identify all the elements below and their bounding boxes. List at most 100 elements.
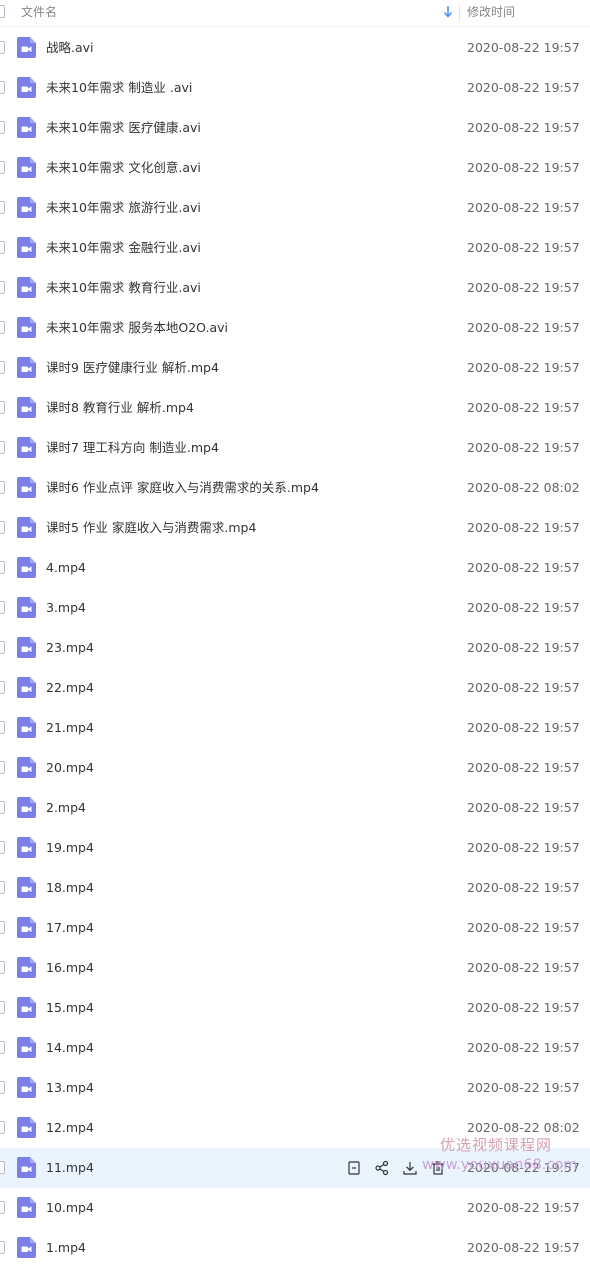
video-file-icon[interactable] bbox=[17, 437, 36, 458]
row-checkbox[interactable] bbox=[0, 641, 5, 654]
open-folder-button[interactable] bbox=[345, 1159, 363, 1177]
row-checkbox[interactable] bbox=[0, 721, 5, 734]
file-row[interactable]: 未来10年需求 文化创意.avi 2020-08-22 19:57 bbox=[0, 148, 590, 188]
select-all-checkbox[interactable] bbox=[0, 5, 5, 18]
file-row[interactable]: 未来10年需求 旅游行业.avi 2020-08-22 19:57 bbox=[0, 188, 590, 228]
video-file-icon[interactable] bbox=[17, 237, 36, 258]
file-row[interactable]: 未来10年需求 服务本地O2O.avi 2020-08-22 19:57 bbox=[0, 308, 590, 348]
video-file-icon[interactable] bbox=[17, 837, 36, 858]
row-checkbox[interactable] bbox=[0, 1201, 5, 1214]
file-name[interactable]: 11.mp4 bbox=[46, 1160, 94, 1176]
row-checkbox[interactable] bbox=[0, 521, 5, 534]
file-row[interactable]: 15.mp4 2020-08-22 19:57 bbox=[0, 988, 590, 1028]
file-name[interactable]: 21.mp4 bbox=[46, 720, 94, 736]
row-checkbox[interactable] bbox=[0, 361, 5, 374]
video-file-icon[interactable] bbox=[17, 1077, 36, 1098]
file-row[interactable]: 课时5 作业 家庭收入与消费需求.mp4 2020-08-22 19:57 bbox=[0, 508, 590, 548]
video-file-icon[interactable] bbox=[17, 1037, 36, 1058]
file-name[interactable]: 22.mp4 bbox=[46, 680, 94, 696]
file-row[interactable]: 课时6 作业点评 家庭收入与消费需求的关系.mp4 2020-08-22 08:0… bbox=[0, 468, 590, 508]
row-checkbox[interactable] bbox=[0, 481, 5, 494]
file-row[interactable]: 未来10年需求 金融行业.avi 2020-08-22 19:57 bbox=[0, 228, 590, 268]
file-row[interactable]: 课时9 医疗健康行业 解析.mp4 2020-08-22 19:57 bbox=[0, 348, 590, 388]
column-header-name[interactable]: 文件名 bbox=[21, 5, 57, 20]
file-row[interactable]: 22.mp4 2020-08-22 19:57 bbox=[0, 668, 590, 708]
file-row[interactable]: 3.mp4 2020-08-22 19:57 bbox=[0, 588, 590, 628]
video-file-icon[interactable] bbox=[17, 317, 36, 338]
file-row[interactable]: 11.mp4 2020-08-22 19:57 bbox=[0, 1148, 590, 1188]
file-name[interactable]: 课时6 作业点评 家庭收入与消费需求的关系.mp4 bbox=[46, 480, 319, 496]
sort-down-icon[interactable] bbox=[442, 5, 454, 19]
video-file-icon[interactable] bbox=[17, 957, 36, 978]
file-name[interactable]: 课时5 作业 家庭收入与消费需求.mp4 bbox=[46, 520, 256, 536]
video-file-icon[interactable] bbox=[17, 357, 36, 378]
column-divider[interactable] bbox=[459, 4, 460, 22]
row-checkbox[interactable] bbox=[0, 161, 5, 174]
file-name[interactable]: 17.mp4 bbox=[46, 920, 94, 936]
row-checkbox[interactable] bbox=[0, 321, 5, 334]
file-row[interactable]: 1.mp4 2020-08-22 19:57 bbox=[0, 1228, 590, 1268]
share-button[interactable] bbox=[373, 1159, 391, 1177]
video-file-icon[interactable] bbox=[17, 917, 36, 938]
row-checkbox[interactable] bbox=[0, 961, 5, 974]
file-name[interactable]: 未来10年需求 服务本地O2O.avi bbox=[46, 320, 228, 336]
row-checkbox[interactable] bbox=[0, 801, 5, 814]
file-name[interactable]: 课时7 理工科方向 制造业.mp4 bbox=[46, 440, 219, 456]
video-file-icon[interactable] bbox=[17, 77, 36, 98]
file-name[interactable]: 20.mp4 bbox=[46, 760, 94, 776]
row-checkbox[interactable] bbox=[0, 1161, 5, 1174]
video-file-icon[interactable] bbox=[17, 477, 36, 498]
column-header-modified-time[interactable]: 修改时间 bbox=[467, 5, 515, 20]
row-checkbox[interactable] bbox=[0, 1081, 5, 1094]
file-name[interactable]: 4.mp4 bbox=[46, 560, 86, 576]
row-checkbox[interactable] bbox=[0, 601, 5, 614]
video-file-icon[interactable] bbox=[17, 877, 36, 898]
video-file-icon[interactable] bbox=[17, 597, 36, 618]
file-row[interactable]: 14.mp4 2020-08-22 19:57 bbox=[0, 1028, 590, 1068]
file-name[interactable]: 3.mp4 bbox=[46, 600, 86, 616]
video-file-icon[interactable] bbox=[17, 197, 36, 218]
file-name[interactable]: 未来10年需求 文化创意.avi bbox=[46, 160, 201, 176]
video-file-icon[interactable] bbox=[17, 37, 36, 58]
file-row[interactable]: 未来10年需求 制造业 .avi 2020-08-22 19:57 bbox=[0, 68, 590, 108]
row-checkbox[interactable] bbox=[0, 841, 5, 854]
file-name[interactable]: 23.mp4 bbox=[46, 640, 94, 656]
file-row[interactable]: 4.mp4 2020-08-22 19:57 bbox=[0, 548, 590, 588]
file-name[interactable]: 16.mp4 bbox=[46, 960, 94, 976]
video-file-icon[interactable] bbox=[17, 117, 36, 138]
row-checkbox[interactable] bbox=[0, 921, 5, 934]
file-row[interactable]: 未来10年需求 医疗健康.avi 2020-08-22 19:57 bbox=[0, 108, 590, 148]
video-file-icon[interactable] bbox=[17, 997, 36, 1018]
file-name[interactable]: 2.mp4 bbox=[46, 800, 86, 816]
file-row[interactable]: 未来10年需求 教育行业.avi 2020-08-22 19:57 bbox=[0, 268, 590, 308]
row-checkbox[interactable] bbox=[0, 241, 5, 254]
file-name[interactable]: 未来10年需求 制造业 .avi bbox=[46, 80, 192, 96]
download-button[interactable] bbox=[401, 1159, 419, 1177]
file-row[interactable]: 20.mp4 2020-08-22 19:57 bbox=[0, 748, 590, 788]
row-checkbox[interactable] bbox=[0, 401, 5, 414]
row-checkbox[interactable] bbox=[0, 681, 5, 694]
video-file-icon[interactable] bbox=[17, 1157, 36, 1178]
video-file-icon[interactable] bbox=[17, 557, 36, 578]
row-checkbox[interactable] bbox=[0, 81, 5, 94]
file-name[interactable]: 13.mp4 bbox=[46, 1080, 94, 1096]
file-row[interactable]: 2.mp4 2020-08-22 19:57 bbox=[0, 788, 590, 828]
row-checkbox[interactable] bbox=[0, 1001, 5, 1014]
video-file-icon[interactable] bbox=[17, 1117, 36, 1138]
row-checkbox[interactable] bbox=[0, 561, 5, 574]
file-row[interactable]: 23.mp4 2020-08-22 19:57 bbox=[0, 628, 590, 668]
file-row[interactable]: 17.mp4 2020-08-22 19:57 bbox=[0, 908, 590, 948]
file-name[interactable]: 15.mp4 bbox=[46, 1000, 94, 1016]
video-file-icon[interactable] bbox=[17, 717, 36, 738]
file-name[interactable]: 未来10年需求 旅游行业.avi bbox=[46, 200, 201, 216]
video-file-icon[interactable] bbox=[17, 1197, 36, 1218]
row-checkbox[interactable] bbox=[0, 1241, 5, 1254]
delete-button[interactable] bbox=[429, 1159, 447, 1177]
file-row[interactable]: 12.mp4 2020-08-22 08:02 bbox=[0, 1108, 590, 1148]
file-name[interactable]: 1.mp4 bbox=[46, 1240, 86, 1256]
file-name[interactable]: 10.mp4 bbox=[46, 1200, 94, 1216]
video-file-icon[interactable] bbox=[17, 637, 36, 658]
row-checkbox[interactable] bbox=[0, 201, 5, 214]
file-name[interactable]: 12.mp4 bbox=[46, 1120, 94, 1136]
row-checkbox[interactable] bbox=[0, 761, 5, 774]
